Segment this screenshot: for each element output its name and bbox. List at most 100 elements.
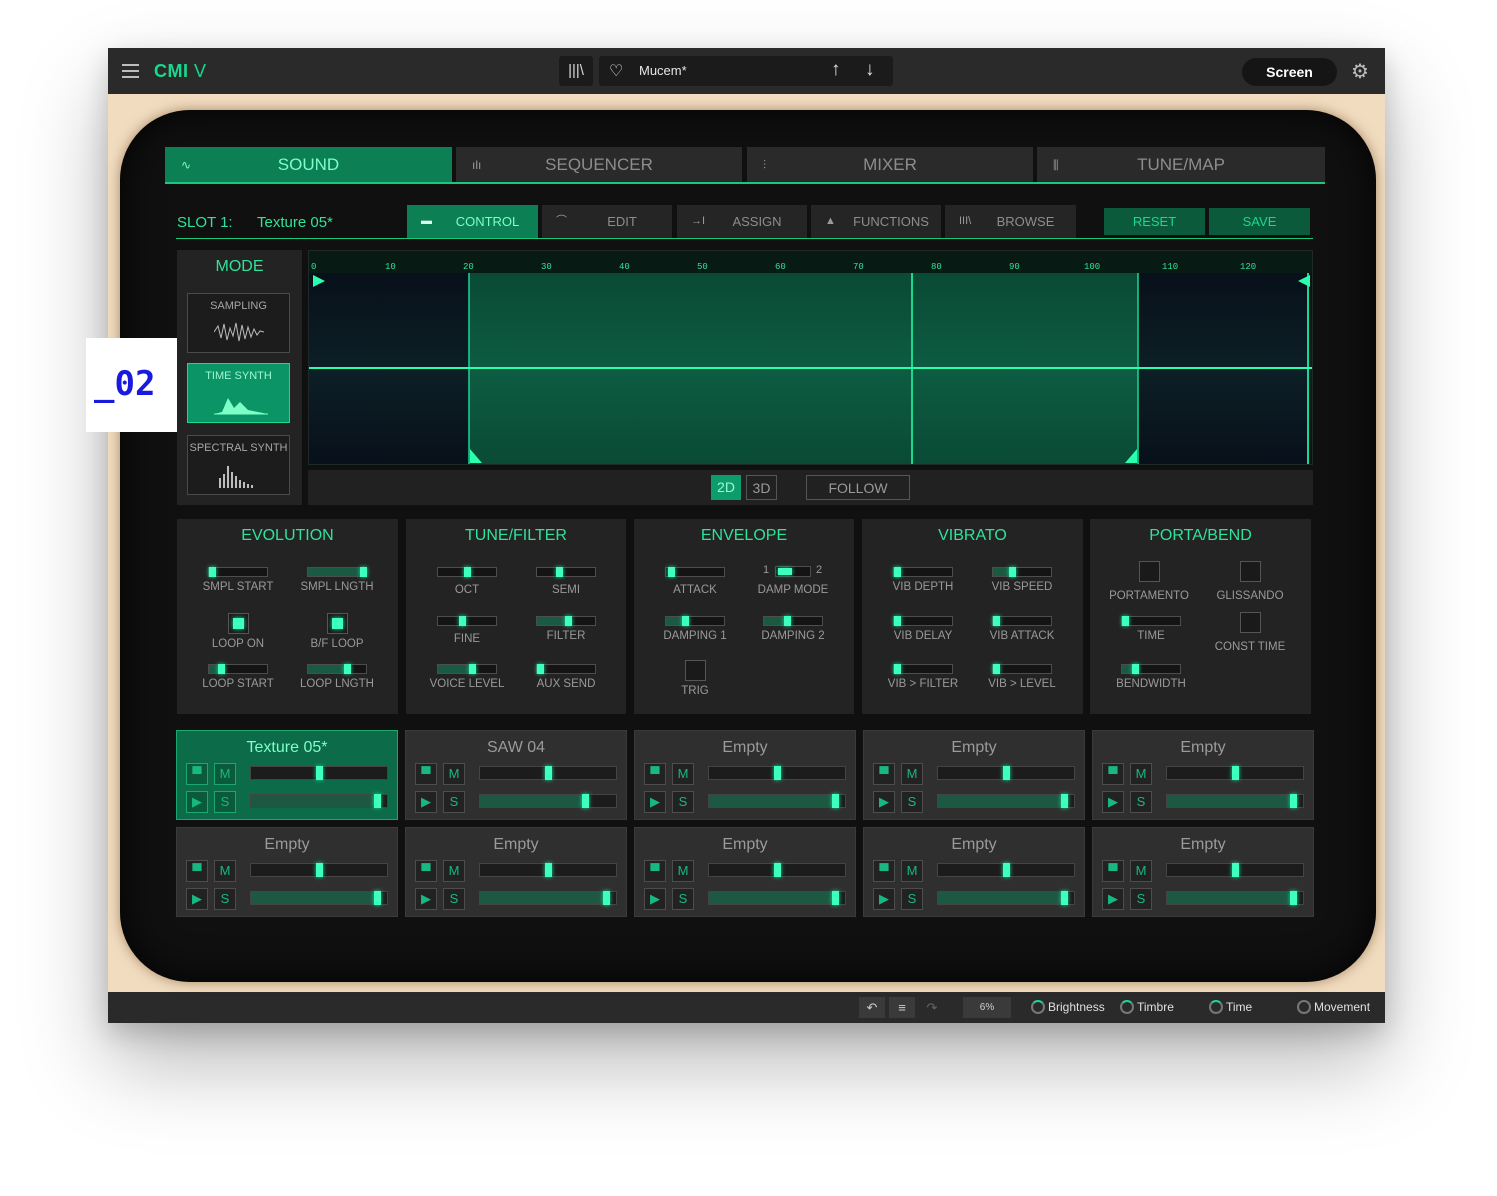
macro-movement[interactable]: Movement: [1297, 997, 1370, 1018]
folder-icon[interactable]: ▀: [644, 860, 666, 882]
vib-speed-slider[interactable]: [992, 567, 1052, 577]
slot-volume-slider[interactable]: [1166, 766, 1304, 780]
tab-mixer[interactable]: ⫶ MIXER: [747, 147, 1033, 183]
smpl-start-slider[interactable]: [208, 567, 268, 577]
mute-button[interactable]: M: [214, 763, 236, 785]
vib-level-slider[interactable]: [992, 664, 1052, 674]
slot-card[interactable]: Texture 05* ▀ M ▶ S: [176, 730, 398, 820]
glissando-checkbox[interactable]: [1239, 561, 1261, 582]
play-icon[interactable]: ▶: [873, 791, 895, 813]
play-icon[interactable]: ▶: [415, 888, 437, 910]
slot-level-slider[interactable]: [1166, 794, 1304, 808]
slot-level-slider[interactable]: [479, 891, 617, 905]
aux-send-slider[interactable]: [536, 664, 596, 674]
slot-level-slider[interactable]: [479, 794, 617, 808]
loop-on-checkbox[interactable]: [227, 613, 249, 634]
slot-level-slider[interactable]: [937, 891, 1075, 905]
solo-button[interactable]: S: [1130, 888, 1152, 910]
mute-button[interactable]: M: [443, 860, 465, 882]
play-icon[interactable]: ▶: [1102, 791, 1124, 813]
library-icon[interactable]: |||\: [559, 56, 593, 86]
slot-level-slider[interactable]: [937, 794, 1075, 808]
undo-icon[interactable]: ↶: [859, 997, 885, 1018]
slot-volume-slider[interactable]: [250, 766, 388, 780]
folder-icon[interactable]: ▀: [186, 860, 208, 882]
slot-card[interactable]: Empty ▀ M ▶ S: [1092, 827, 1314, 917]
save-button[interactable]: SAVE: [1209, 208, 1310, 235]
slot-volume-slider[interactable]: [937, 863, 1075, 877]
slot-level-slider[interactable]: [1166, 891, 1304, 905]
tab-sequencer[interactable]: ılı SEQUENCER: [456, 147, 742, 183]
solo-button[interactable]: S: [1130, 791, 1152, 813]
folder-icon[interactable]: ▀: [1102, 860, 1124, 882]
arrow-down-icon[interactable]: ↓: [865, 59, 875, 81]
gear-icon[interactable]: ⚙: [1351, 59, 1369, 84]
mode-spectral-synth-button[interactable]: SPECTRAL SYNTH: [187, 435, 290, 495]
macro-brightness[interactable]: Brightness: [1031, 997, 1105, 1018]
tab-control[interactable]: ▬ CONTROL: [407, 205, 538, 238]
macro-timbre[interactable]: Timbre: [1120, 997, 1174, 1018]
screen-button[interactable]: Screen: [1242, 58, 1337, 86]
slot-volume-slider[interactable]: [250, 863, 388, 877]
bf-loop-checkbox[interactable]: [326, 613, 348, 634]
folder-icon[interactable]: ▀: [873, 860, 895, 882]
play-icon[interactable]: ▶: [644, 791, 666, 813]
solo-button[interactable]: S: [214, 888, 236, 910]
portamento-checkbox[interactable]: [1138, 561, 1160, 582]
slot-volume-slider[interactable]: [479, 863, 617, 877]
mute-button[interactable]: M: [672, 763, 694, 785]
loop-start-slider[interactable]: [208, 664, 268, 674]
folder-icon[interactable]: ▀: [1102, 763, 1124, 785]
vib-depth-slider[interactable]: [893, 567, 953, 577]
bendwidth-slider[interactable]: [1121, 664, 1181, 674]
slot-card[interactable]: Empty ▀ M ▶ S: [863, 730, 1085, 820]
slot-volume-slider[interactable]: [708, 863, 846, 877]
tab-assign[interactable]: →I ASSIGN: [677, 205, 807, 238]
play-icon[interactable]: ▶: [186, 888, 208, 910]
semi-slider[interactable]: [536, 567, 596, 577]
voice-level-slider[interactable]: [437, 664, 497, 674]
fine-slider[interactable]: [437, 616, 497, 626]
folder-icon[interactable]: ▀: [873, 763, 895, 785]
preset-browser[interactable]: ♡ Mucem* ↑ ↓: [599, 56, 893, 86]
solo-button[interactable]: S: [901, 791, 923, 813]
attack-slider[interactable]: [665, 567, 725, 577]
solo-button[interactable]: S: [672, 791, 694, 813]
tab-browse[interactable]: III\ BROWSE: [945, 205, 1076, 238]
arrow-up-icon[interactable]: ↑: [831, 59, 841, 81]
slot-level-slider[interactable]: [708, 794, 846, 808]
mute-button[interactable]: M: [672, 860, 694, 882]
mute-button[interactable]: M: [214, 860, 236, 882]
slot-card[interactable]: Empty ▀ M ▶ S: [1092, 730, 1314, 820]
oct-slider[interactable]: [437, 567, 497, 577]
tab-edit[interactable]: ⌒ EDIT: [542, 205, 672, 238]
solo-button[interactable]: S: [672, 888, 694, 910]
slot-volume-slider[interactable]: [479, 766, 617, 780]
solo-button[interactable]: S: [214, 791, 236, 813]
mute-button[interactable]: M: [443, 763, 465, 785]
heart-icon[interactable]: ♡: [609, 61, 623, 81]
damp-mode-switch[interactable]: 1 2: [748, 564, 838, 578]
smpl-lngth-slider[interactable]: [307, 567, 367, 577]
mute-button[interactable]: M: [1130, 763, 1152, 785]
play-icon[interactable]: ▶: [644, 888, 666, 910]
mode-time-synth-button[interactable]: TIME SYNTH: [187, 363, 290, 423]
vib-filter-slider[interactable]: [893, 664, 953, 674]
slot-level-slider[interactable]: [250, 794, 388, 808]
waveform-display[interactable]: 0 10 20 30 40 50 60 70 80 90 100 110 120: [308, 250, 1313, 465]
folder-icon[interactable]: ▀: [644, 763, 666, 785]
damping-1-slider[interactable]: [665, 616, 725, 626]
folder-icon[interactable]: ▀: [186, 763, 208, 785]
filter-slider[interactable]: [536, 616, 596, 626]
slot-volume-slider[interactable]: [1166, 863, 1304, 877]
mute-button[interactable]: M: [901, 763, 923, 785]
macro-time[interactable]: Time: [1209, 997, 1252, 1018]
trig-checkbox[interactable]: [684, 660, 706, 681]
redo-icon[interactable]: ↷: [919, 997, 945, 1018]
slot-card[interactable]: Empty ▀ M ▶ S: [634, 827, 856, 917]
slot-level-slider[interactable]: [708, 891, 846, 905]
damping-2-slider[interactable]: [763, 616, 823, 626]
slot-card[interactable]: Empty ▀ M ▶ S: [634, 730, 856, 820]
reset-button[interactable]: RESET: [1104, 208, 1205, 235]
solo-button[interactable]: S: [901, 888, 923, 910]
